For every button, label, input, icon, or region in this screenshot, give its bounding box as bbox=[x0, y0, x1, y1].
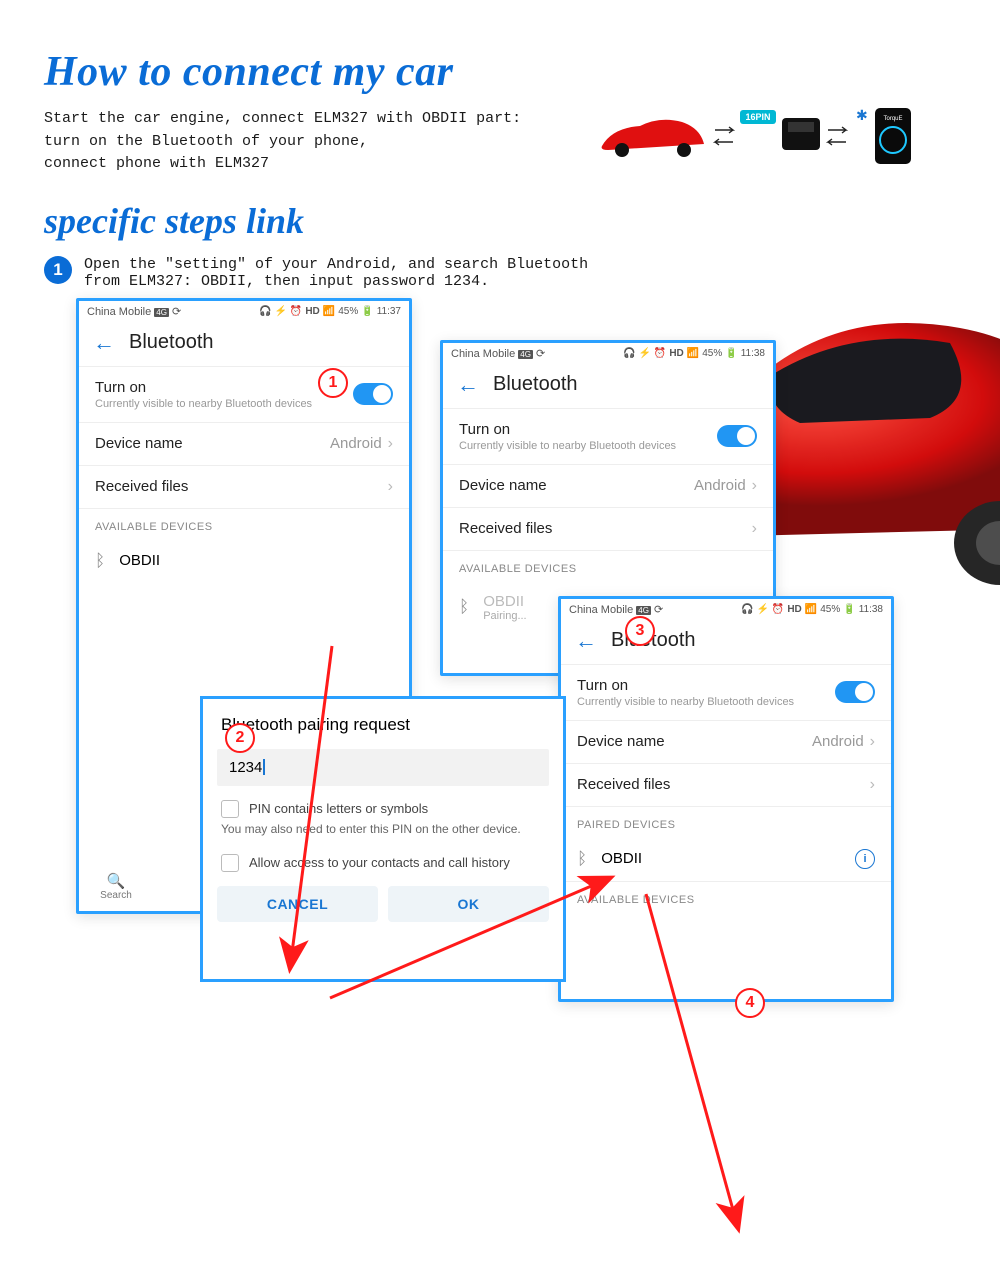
pin-letters-checkbox[interactable]: PIN contains letters or symbols bbox=[203, 790, 563, 822]
device-obdii[interactable]: ᛒOBDII bbox=[79, 539, 409, 583]
back-icon[interactable]: ← bbox=[575, 628, 597, 654]
dialog-note: You may also need to enter this PIN on t… bbox=[203, 822, 563, 844]
carrier-label: China Mobile bbox=[87, 306, 151, 318]
step-number-badge: 1 bbox=[44, 256, 72, 284]
bluetooth-toggle[interactable] bbox=[835, 681, 875, 703]
checkbox-icon bbox=[221, 854, 239, 872]
available-devices-label: AVAILABLE DEVICES bbox=[79, 508, 409, 539]
step-1-text: Open the "setting" of your Android, and … bbox=[84, 256, 588, 290]
bluetooth-icon: ᛒ bbox=[459, 597, 469, 617]
svg-text:TorquE: TorquE bbox=[883, 116, 902, 122]
back-icon[interactable]: ← bbox=[457, 372, 479, 398]
bluetooth-icon: ᛒ bbox=[95, 551, 105, 571]
back-icon[interactable]: ← bbox=[93, 330, 115, 356]
paired-device-obdii[interactable]: ᛒOBDIIi bbox=[561, 837, 891, 881]
callout-3: 3 bbox=[625, 616, 655, 646]
callout-1: 1 bbox=[318, 368, 348, 398]
device-name-row[interactable]: Device nameAndroid› bbox=[79, 422, 409, 465]
bluetooth-icon: ᛒ bbox=[577, 849, 587, 869]
toggle-row[interactable]: Turn onCurrently visible to nearby Bluet… bbox=[79, 366, 409, 422]
pin-input[interactable]: 1234 bbox=[217, 749, 549, 786]
cancel-button[interactable]: CANCEL bbox=[217, 886, 378, 922]
screenshot-paired: China Mobile 4G ⟳ 🎧 ⚡ ⏰ HD 📶 45% 🔋 11:38… bbox=[558, 596, 894, 1002]
callout-4: 4 bbox=[735, 988, 765, 1018]
svg-text:✱: ✱ bbox=[856, 107, 868, 123]
info-icon[interactable]: i bbox=[855, 849, 875, 869]
callout-2: 2 bbox=[225, 723, 255, 753]
svg-text:16PIN: 16PIN bbox=[745, 112, 770, 122]
chevron-right-icon: › bbox=[388, 435, 393, 452]
sub-heading: specific steps link bbox=[44, 200, 1000, 242]
screen-title: Bluetooth bbox=[129, 331, 214, 354]
main-heading: How to connect my car bbox=[44, 48, 1000, 96]
chevron-right-icon: › bbox=[388, 478, 393, 496]
paired-devices-label: PAIRED DEVICES bbox=[561, 806, 891, 837]
allow-contacts-checkbox[interactable]: Allow access to your contacts and call h… bbox=[203, 844, 563, 876]
search-icon: 🔍 bbox=[91, 872, 141, 890]
search-button[interactable]: 🔍Search bbox=[91, 872, 141, 901]
connection-diagram: 16PIN ✱ TorquE bbox=[600, 106, 960, 166]
ok-button[interactable]: OK bbox=[388, 886, 549, 922]
bluetooth-toggle[interactable] bbox=[353, 383, 393, 405]
dialog-title: Bluetooth pairing request bbox=[203, 699, 563, 745]
checkbox-icon bbox=[221, 800, 239, 818]
received-files-row[interactable]: Received files› bbox=[79, 465, 409, 508]
bluetooth-toggle[interactable] bbox=[717, 425, 757, 447]
